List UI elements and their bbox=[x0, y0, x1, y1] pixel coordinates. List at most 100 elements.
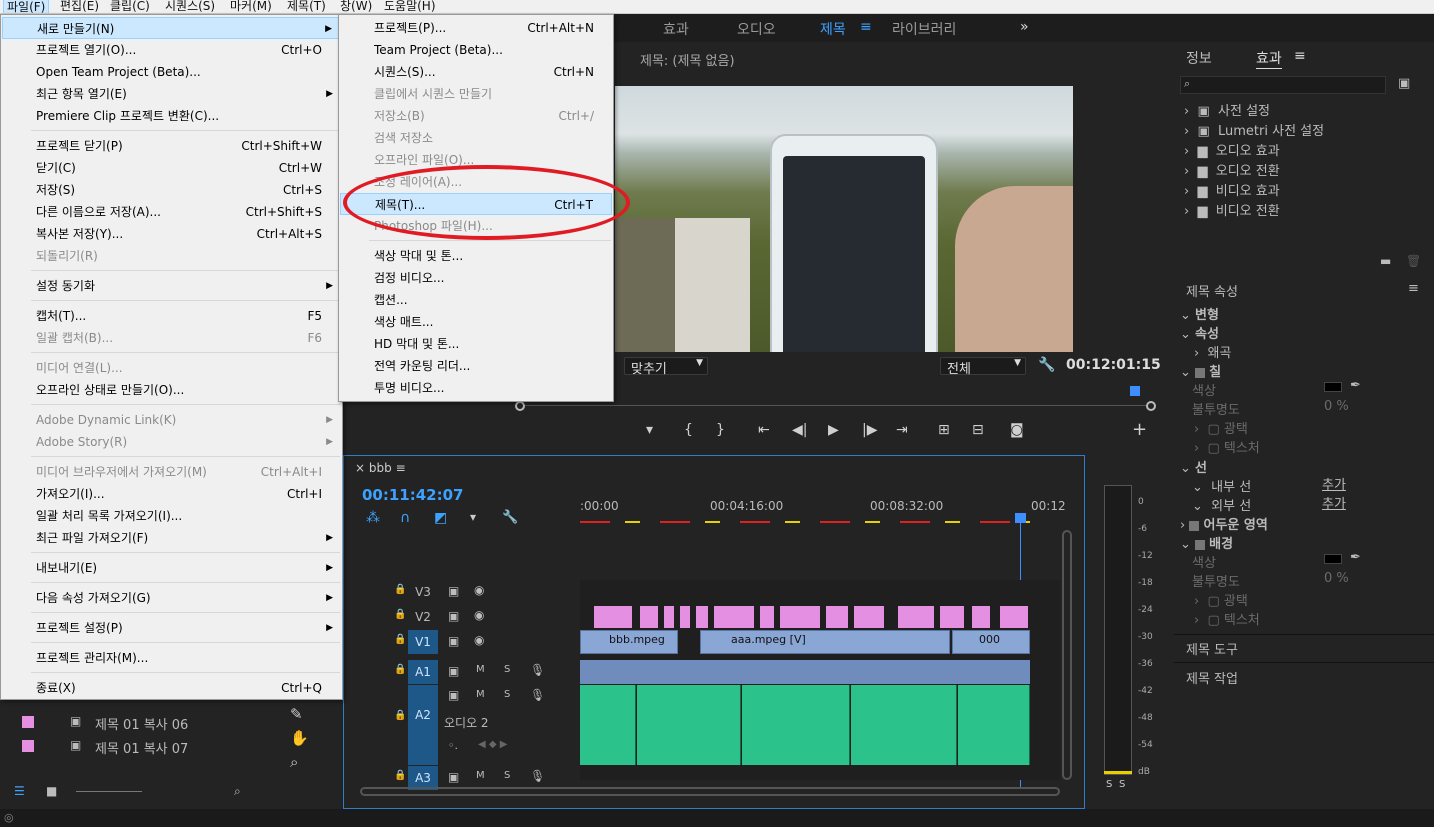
prop-shadow[interactable]: › 어두운 영역 bbox=[1180, 514, 1268, 533]
menu-item-capture[interactable]: 캡처(T)... F5 bbox=[2, 305, 341, 327]
menu-item-adobe-story[interactable]: Adobe Story(R) ▶ bbox=[2, 431, 341, 453]
effects-folder-audio-transitions[interactable]: › ▆ 오디오 전환 bbox=[1184, 162, 1324, 182]
v2-title-clip[interactable] bbox=[664, 606, 674, 628]
v2-title-clip[interactable] bbox=[854, 606, 884, 628]
list-view-icon[interactable]: ☰ bbox=[14, 784, 25, 798]
a2-audio-clip[interactable] bbox=[637, 685, 741, 765]
prop-fill[interactable]: ⌄ 칠 bbox=[1180, 361, 1221, 380]
v2-title-clip[interactable] bbox=[826, 606, 848, 628]
prop-bg-sheen[interactable]: › ▢ 광택 bbox=[1194, 590, 1248, 609]
prop-distort[interactable]: › 왜곡 bbox=[1194, 342, 1231, 361]
add-outer-stroke-link[interactable]: 추가 bbox=[1322, 493, 1346, 512]
lock-icon[interactable]: 🔒 bbox=[394, 710, 406, 721]
menu-window[interactable]: 창(W) bbox=[340, 0, 372, 13]
menu-item-make-offline[interactable]: 오프라인 상태로 만들기(O)... bbox=[2, 379, 341, 401]
menu-item-link-media[interactable]: 미디어 연결(L)... bbox=[2, 357, 341, 379]
a1-audio-clip[interactable] bbox=[580, 660, 1030, 684]
menu-item-revert[interactable]: 되돌리기(R) bbox=[2, 245, 341, 267]
menu-item-close-project[interactable]: 프로젝트 닫기(P) Ctrl+Shift+W bbox=[2, 135, 341, 157]
v1-clip-3[interactable]: 000 bbox=[952, 630, 1030, 654]
lock-icon[interactable]: 🔒 bbox=[394, 770, 406, 781]
submenu-item-team-project[interactable]: Team Project (Beta)... bbox=[340, 39, 612, 61]
add-marker-icon[interactable]: ▾ bbox=[470, 510, 476, 524]
tab-menu-icon[interactable]: ≡ bbox=[860, 19, 872, 35]
new-bin-icon[interactable]: ▬ bbox=[1380, 254, 1391, 268]
program-timecode[interactable]: 00:12:01:15 bbox=[1066, 357, 1161, 373]
menu-item-import-batch[interactable]: 일괄 처리 목록 가져오기(I)... bbox=[2, 505, 341, 527]
bin-item[interactable]: 제목 01 복사 07 bbox=[95, 738, 188, 757]
eye-icon[interactable]: ◉ bbox=[474, 608, 484, 622]
a2-audio-clip[interactable] bbox=[580, 685, 636, 765]
submenu-item-project[interactable]: 프로젝트(P)... Ctrl+Alt+N bbox=[340, 17, 612, 39]
panel-menu-icon[interactable]: ≡ bbox=[396, 461, 406, 475]
play-icon[interactable]: ▶ bbox=[828, 422, 839, 438]
menu-item-open-recent[interactable]: 최근 항목 열기(E) ▶ bbox=[2, 83, 341, 105]
menu-sequence[interactable]: 시퀀스(S) bbox=[165, 0, 215, 13]
v2-title-clip[interactable] bbox=[940, 606, 964, 628]
menu-item-get-properties[interactable]: 다음 속성 가져오기(G) ▶ bbox=[2, 587, 341, 609]
v2-title-clip[interactable] bbox=[696, 606, 708, 628]
v2-title-clip[interactable] bbox=[972, 606, 990, 628]
v2-title-clip[interactable] bbox=[714, 606, 754, 628]
time-ruler[interactable]: :00:00 00:04:16:00 00:08:32:00 00:12 bbox=[580, 497, 1066, 525]
fit-dropdown[interactable]: 맞추기 ▼ bbox=[624, 357, 708, 377]
effects-folder-video-effects[interactable]: › ▆ 비디오 효과 bbox=[1184, 182, 1324, 202]
submenu-item-hd-bars-tone[interactable]: HD 막대 및 톤... bbox=[340, 333, 612, 355]
submenu-item-black-video[interactable]: 검정 비디오... bbox=[340, 267, 612, 289]
menu-item-batch-capture[interactable]: 일괄 캡처(B)... F6 bbox=[2, 327, 341, 349]
lock-icon[interactable]: 🔒 bbox=[394, 609, 406, 620]
a2-audio-clip[interactable] bbox=[958, 685, 1030, 765]
zoom-tool-icon[interactable]: ⌕ bbox=[290, 753, 298, 771]
prop-sheen[interactable]: › ▢ 광택 bbox=[1194, 418, 1248, 437]
submenu-item-captions[interactable]: 캡션... bbox=[340, 289, 612, 311]
effects-folder-audio-effects[interactable]: › ▆ 오디오 효과 bbox=[1184, 142, 1324, 162]
title-tools-header[interactable]: 제목 도구 bbox=[1186, 639, 1238, 658]
track-label[interactable]: A1 bbox=[408, 660, 438, 684]
prop-transform[interactable]: ⌄ 변형 bbox=[1180, 304, 1219, 323]
panel-menu-icon[interactable]: ≡ bbox=[1294, 48, 1306, 64]
menu-item-sync-settings[interactable]: 설정 동기화 ▶ bbox=[2, 275, 341, 297]
export-frame-icon[interactable]: ◙ bbox=[1010, 422, 1024, 438]
v2-title-clip[interactable] bbox=[760, 606, 774, 628]
solo-icon[interactable]: S bbox=[504, 770, 510, 781]
fill-opacity-value[interactable]: 0 % bbox=[1324, 399, 1349, 414]
menu-item-exit[interactable]: 종료(X) Ctrl+Q bbox=[2, 677, 341, 699]
button-editor-icon[interactable]: + bbox=[1132, 419, 1147, 440]
wrench-icon[interactable]: 🔧 bbox=[1038, 357, 1055, 373]
fill-color-swatch[interactable] bbox=[1324, 382, 1342, 392]
menu-item-import-recent[interactable]: 최근 파일 가져오기(F) ▶ bbox=[2, 527, 341, 549]
a2-track-label-bg[interactable] bbox=[408, 685, 438, 765]
menu-item-export[interactable]: 내보내기(E) ▶ bbox=[2, 557, 341, 579]
eyedropper-icon[interactable]: ✒ bbox=[1350, 378, 1361, 393]
v1-clip-aaa[interactable]: aaa.mpeg [V] bbox=[700, 630, 950, 654]
tab-audio[interactable]: 오디오 bbox=[737, 19, 776, 39]
inner-strokes[interactable]: ⌄ 내부 선 bbox=[1192, 476, 1251, 495]
settings-wrench-icon[interactable]: 🔧 bbox=[502, 510, 518, 525]
prop-texture[interactable]: › ▢ 텍스처 bbox=[1194, 437, 1260, 456]
menu-clip[interactable]: 클립(C) bbox=[110, 0, 150, 13]
quality-dropdown[interactable]: 전체 ▼ bbox=[940, 357, 1026, 377]
toggle-output-icon[interactable]: ▣ bbox=[448, 609, 459, 623]
timeline-zoom-scrollbar[interactable] bbox=[360, 787, 1060, 796]
bg-color-swatch[interactable] bbox=[1324, 554, 1342, 564]
lock-icon[interactable]: 🔒 bbox=[394, 664, 406, 675]
submenu-item-sequence[interactable]: 시퀀스(S)... Ctrl+N bbox=[340, 61, 612, 83]
toggle-output-icon[interactable]: ▣ bbox=[448, 584, 459, 598]
v2-title-clip[interactable] bbox=[780, 606, 820, 628]
submenu-item-bin[interactable]: 저장소(B) Ctrl+/ bbox=[340, 105, 612, 127]
lift-icon[interactable]: ⊞ bbox=[938, 422, 950, 438]
mute-icon[interactable]: M bbox=[476, 689, 485, 700]
menu-item-close[interactable]: 닫기(C) Ctrl+W bbox=[2, 157, 341, 179]
menu-item-save[interactable]: 저장(S) Ctrl+S bbox=[2, 179, 341, 201]
eye-icon[interactable]: ◉ bbox=[474, 583, 484, 597]
a2-track-name[interactable]: 오디오 2 bbox=[444, 714, 489, 731]
menu-item-new[interactable]: 새로 만들기(N) ▶ bbox=[2, 17, 341, 39]
scroll-handle-left[interactable] bbox=[515, 401, 525, 411]
zoom-slider[interactable] bbox=[76, 791, 142, 792]
tab-info[interactable]: 정보 bbox=[1186, 48, 1212, 68]
step-forward-icon[interactable]: |▶ bbox=[862, 422, 877, 438]
menu-item-convert-clip[interactable]: Premiere Clip 프로젝트 변환(C)... bbox=[2, 105, 341, 127]
toggle-output-icon[interactable]: ▣ bbox=[448, 664, 459, 678]
v2-title-clip[interactable] bbox=[640, 606, 658, 628]
submenu-item-color-matte[interactable]: 색상 매트... bbox=[340, 311, 612, 333]
